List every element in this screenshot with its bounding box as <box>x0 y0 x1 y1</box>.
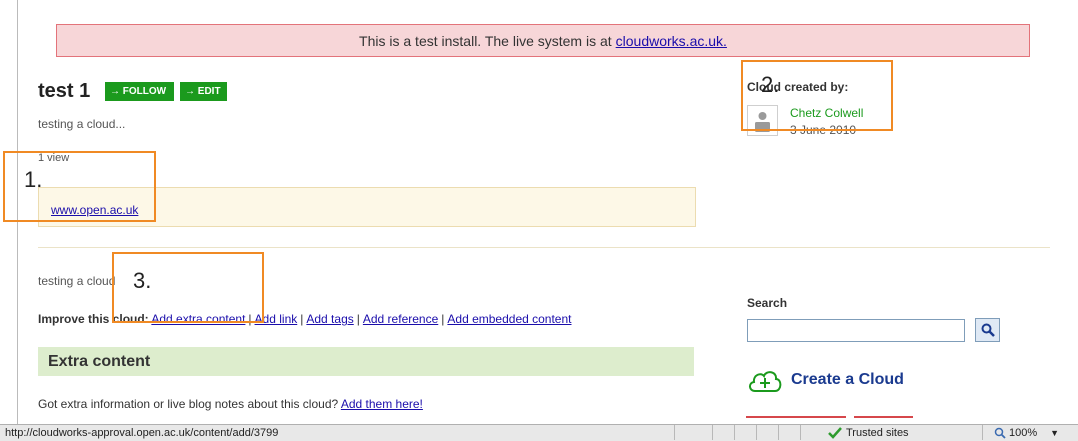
add-tags-link[interactable]: Add tags <box>306 312 353 326</box>
create-cloud-link[interactable]: Create a Cloud <box>747 366 904 394</box>
banner-text: This is a test install. The live system … <box>359 32 612 49</box>
extra-content-header: Extra content <box>38 347 694 376</box>
cloud-title: test 1 <box>38 80 91 102</box>
cloud-description: testing a cloud <box>38 274 116 288</box>
add-them-here-link[interactable]: Add them here! <box>341 397 423 411</box>
extra-content-text: Got extra information or live blog notes… <box>38 397 423 411</box>
add-embedded-content-link[interactable]: Add embedded content <box>447 312 571 326</box>
search-button[interactable] <box>975 318 1000 342</box>
status-divider <box>734 425 735 440</box>
status-url: http://cloudworks-approval.open.ac.uk/co… <box>5 427 279 439</box>
zoom-control[interactable]: 100% ▼ <box>994 427 1059 439</box>
status-divider <box>674 425 675 440</box>
cloud-subtitle: testing a cloud... <box>38 117 126 131</box>
status-divider <box>778 425 779 440</box>
zoom-icon <box>994 427 1006 439</box>
create-cloud-label: Create a Cloud <box>791 371 904 388</box>
checkmark-icon <box>828 427 842 439</box>
add-reference-link[interactable]: Add reference <box>363 312 438 326</box>
edit-button[interactable]: → EDIT <box>180 82 227 101</box>
extra-content-heading: Extra content <box>48 353 151 370</box>
annotation-number-2: 2. <box>761 72 780 97</box>
status-divider <box>712 425 713 440</box>
sidebar-red-tab <box>854 416 913 418</box>
section-divider <box>38 247 1050 248</box>
annotation-number-3: 3. <box>133 268 152 293</box>
test-install-banner: This is a test install. The live system … <box>56 24 1030 57</box>
search-input[interactable] <box>747 319 965 342</box>
status-divider <box>800 425 801 440</box>
annotation-number-1: 1. <box>24 167 43 192</box>
chevron-down-icon[interactable]: ▼ <box>1050 428 1059 438</box>
status-divider <box>756 425 757 440</box>
security-zone[interactable]: Trusted sites <box>828 427 909 439</box>
status-divider <box>982 425 983 440</box>
banner-live-link[interactable]: cloudworks.ac.uk. <box>616 33 727 49</box>
sidebar-red-tab <box>746 416 846 418</box>
search-icon <box>981 323 995 337</box>
cloud-plus-icon <box>749 371 782 392</box>
follow-button[interactable]: → FOLLOW <box>105 82 174 101</box>
search-label: Search <box>747 296 788 310</box>
